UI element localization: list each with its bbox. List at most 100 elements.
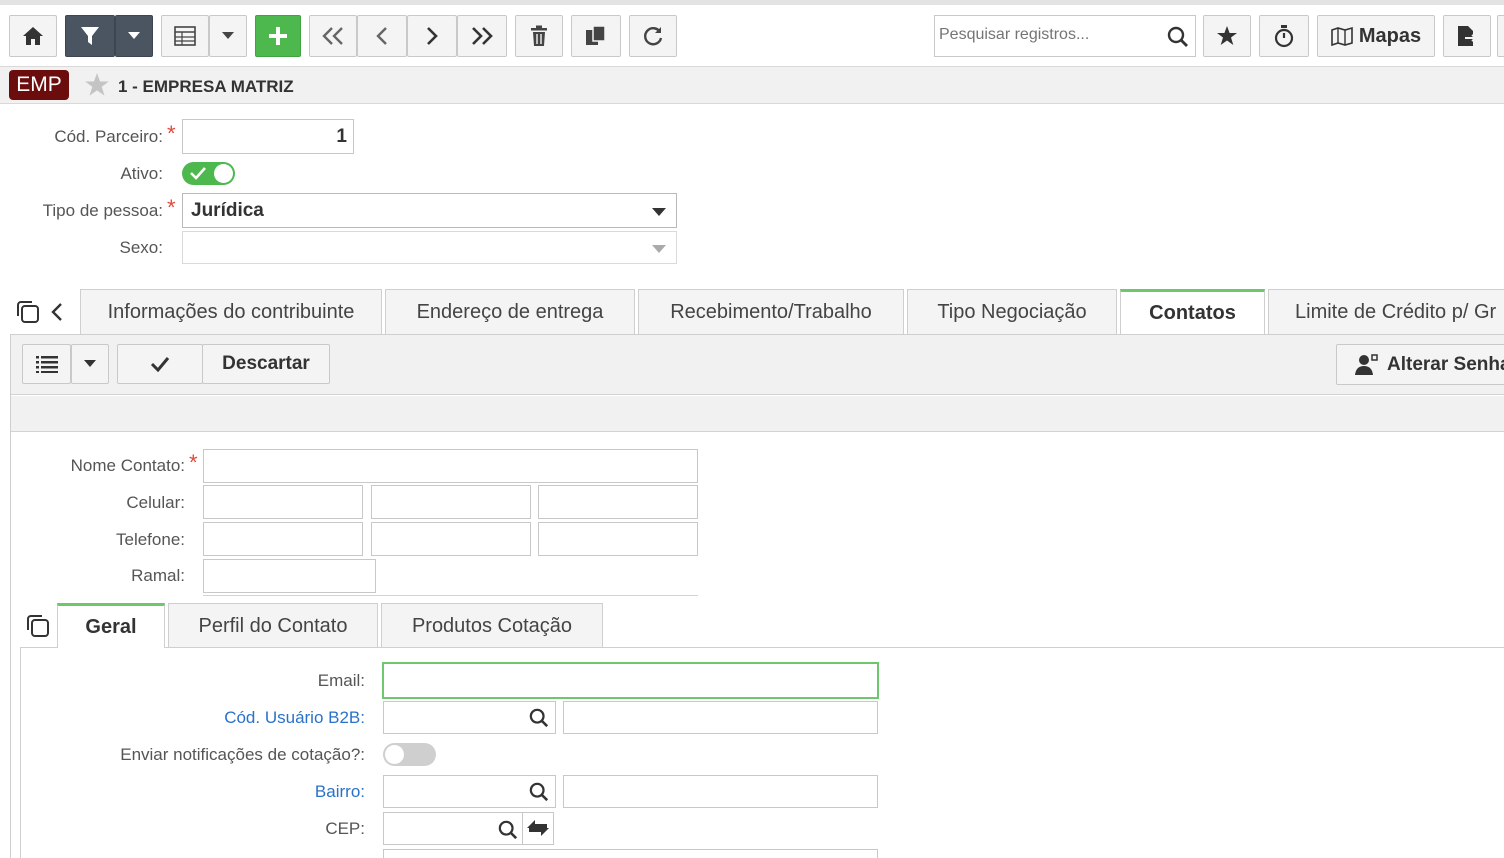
cod-usuario-b2b-description (563, 701, 878, 734)
delete-button[interactable] (515, 15, 563, 57)
cod-parceiro-label: Cód. Parceiro: (54, 127, 163, 146)
tipo-pessoa-label: Tipo de pessoa: (42, 201, 163, 220)
ramal-label: Ramal: (131, 566, 185, 585)
tab-contatos[interactable]: Contatos (1120, 289, 1265, 335)
double-chevron-right-icon (472, 27, 493, 45)
grid-view-dropdown-button[interactable] (209, 15, 247, 57)
celular-label: Celular: (126, 493, 185, 512)
search-icon[interactable] (1167, 26, 1189, 48)
last-record-button[interactable] (457, 15, 507, 57)
user-key-icon (1355, 353, 1378, 375)
search-icon[interactable] (529, 708, 549, 728)
maps-button[interactable]: Mapas (1317, 15, 1435, 57)
record-header: EMP 1 - EMPRESA MATRIZ (0, 66, 1504, 104)
list-view-dropdown-button[interactable] (71, 344, 109, 384)
swap-arrows-icon[interactable] (525, 816, 551, 840)
subtab-geral[interactable]: Geral (57, 603, 165, 648)
save-button[interactable] (117, 344, 203, 384)
next-field-input[interactable] (383, 849, 878, 858)
nome-contato-input[interactable] (203, 449, 698, 483)
list-view-button[interactable] (22, 344, 71, 384)
notificacoes-cotacao-label: Enviar notificações de cotação?: (120, 745, 365, 764)
filter-button[interactable] (65, 15, 115, 57)
ramal-input[interactable] (203, 559, 376, 593)
subtab-produtos-cotacao[interactable]: Produtos Cotação (381, 603, 603, 648)
search-icon[interactable] (498, 820, 518, 840)
discard-button[interactable]: Descartar (202, 344, 330, 384)
map-icon (1331, 26, 1353, 46)
contact-form-divider (203, 595, 698, 596)
caret-down-icon (222, 32, 234, 39)
trash-icon (531, 25, 547, 46)
sexo-select[interactable] (182, 231, 677, 264)
tab-tipo-negociacao[interactable]: Tipo Negociação (907, 289, 1117, 334)
celular-ddd-input[interactable] (371, 485, 531, 519)
timer-button[interactable] (1259, 15, 1309, 57)
cod-usuario-b2b-input[interactable] (383, 701, 556, 734)
cod-parceiro-input[interactable]: 1 (182, 119, 354, 154)
duplicate-button[interactable] (571, 15, 621, 57)
tipo-pessoa-select[interactable]: Jurídica (182, 193, 677, 228)
tab-limite-credito[interactable]: Limite de Crédito p/ Gr (1268, 289, 1504, 334)
cep-input[interactable] (383, 812, 554, 845)
sexo-label: Sexo: (119, 238, 163, 257)
caret-down-icon (128, 32, 140, 39)
active-subtab-cover (58, 646, 164, 648)
table-icon (174, 26, 196, 46)
cep-label: CEP: (325, 819, 365, 838)
favorite-star-icon[interactable] (84, 72, 110, 98)
email-label: Email: (317, 671, 365, 690)
caret-down-icon (652, 208, 666, 216)
section-divider-bar (11, 396, 1504, 432)
first-record-button[interactable] (309, 15, 357, 57)
telefone-ddi-input[interactable] (203, 522, 363, 556)
ativo-toggle[interactable] (182, 162, 235, 185)
main-toolbar: Mapas (0, 0, 1504, 66)
caret-down-icon (652, 245, 666, 253)
celular-number-input[interactable] (538, 485, 698, 519)
search-icon[interactable] (529, 782, 549, 802)
next-record-button[interactable] (407, 15, 457, 57)
search-input[interactable] (935, 16, 1155, 54)
favorite-button[interactable] (1203, 15, 1251, 57)
notificacoes-cotacao-toggle[interactable] (383, 743, 436, 766)
telefone-ddd-input[interactable] (371, 522, 531, 556)
export-button[interactable] (1443, 15, 1491, 57)
chevron-right-icon (427, 27, 438, 45)
change-password-button[interactable]: Alterar Senha (1336, 344, 1504, 385)
add-button[interactable] (255, 15, 301, 57)
tab-recebimento-trabalho[interactable]: Recebimento/Trabalho (638, 289, 904, 334)
restore-windows-icon[interactable] (16, 300, 40, 324)
email-input[interactable] (382, 662, 879, 699)
previous-record-button[interactable] (357, 15, 407, 57)
cod-usuario-b2b-label[interactable]: Cód. Usuário B2B: (224, 708, 365, 728)
toggle-knob (385, 745, 404, 764)
required-asterisk: * (167, 121, 176, 146)
cep-divider (522, 813, 523, 844)
refresh-button[interactable] (629, 15, 677, 57)
celular-ddi-input[interactable] (203, 485, 363, 519)
caret-down-icon (84, 360, 96, 367)
home-button[interactable] (9, 15, 57, 57)
restore-windows-icon[interactable] (26, 614, 50, 638)
grid-view-button[interactable] (161, 15, 209, 57)
bairro-input[interactable] (383, 775, 556, 808)
tab-informacoes-contribuinte[interactable]: Informações do contribuinte (80, 289, 382, 334)
filter-dropdown-button[interactable] (115, 15, 153, 57)
double-chevron-left-icon (322, 27, 343, 45)
subtab-perfil-contato[interactable]: Perfil do Contato (168, 603, 378, 648)
tab-endereco-entrega[interactable]: Endereço de entrega (385, 289, 635, 334)
home-icon (23, 27, 43, 45)
required-asterisk: * (189, 450, 198, 475)
check-icon (190, 167, 206, 180)
telefone-label: Telefone: (116, 530, 185, 549)
bairro-label[interactable]: Bairro: (315, 782, 365, 802)
telefone-number-input[interactable] (538, 522, 698, 556)
file-export-icon (1458, 26, 1477, 46)
chevron-left-icon[interactable] (50, 302, 64, 322)
toggle-knob (214, 164, 233, 183)
more-button[interactable] (1497, 15, 1504, 57)
chevron-left-icon (376, 27, 387, 45)
entity-badge: EMP (9, 70, 69, 100)
star-icon (1217, 26, 1237, 45)
